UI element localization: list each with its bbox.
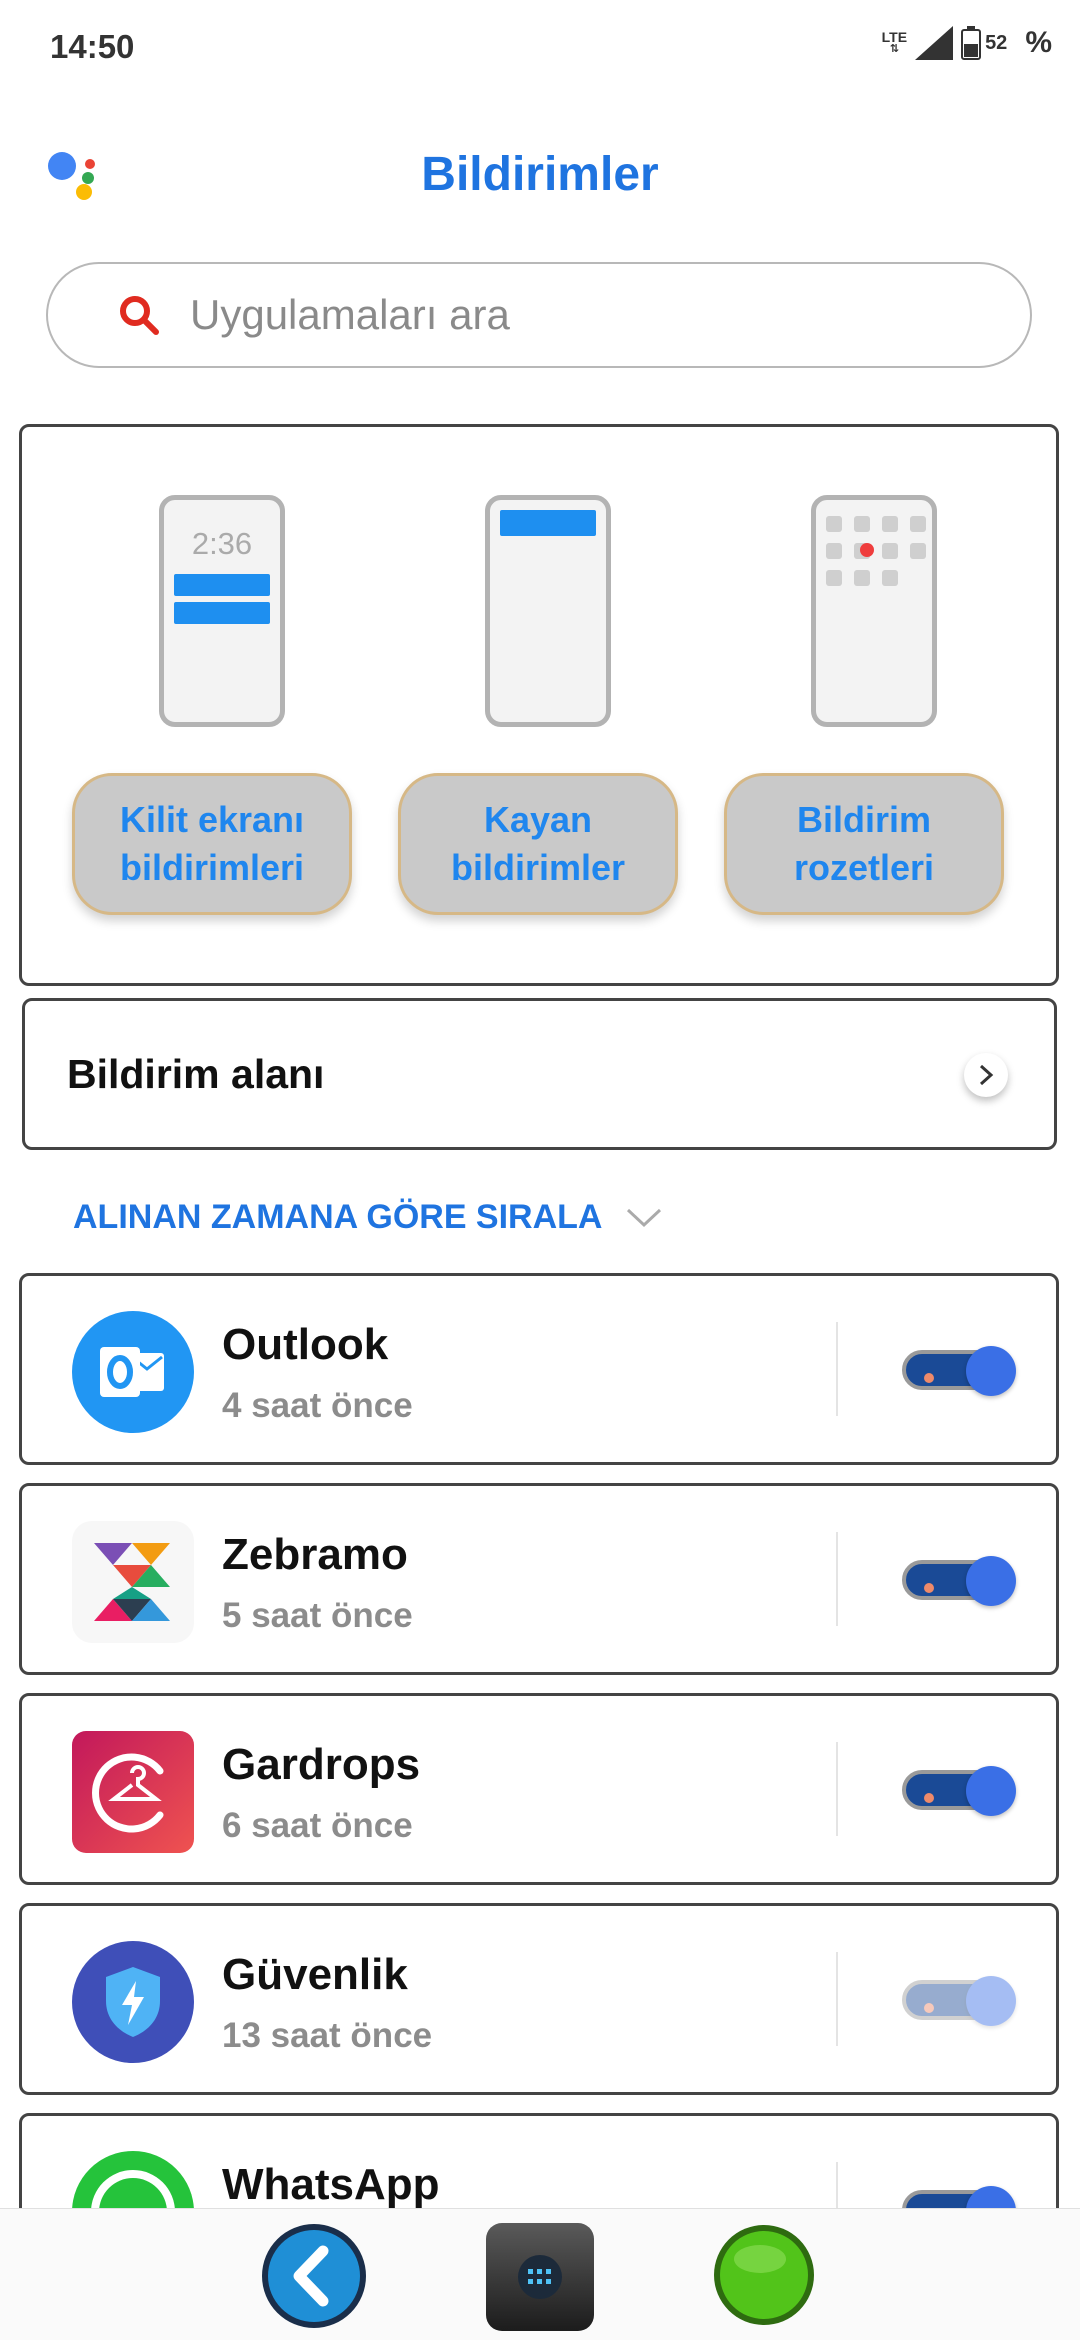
- signal-icon: [915, 26, 954, 60]
- lock-screen-preview: 2:36: [159, 495, 285, 727]
- search-bar[interactable]: [46, 262, 1032, 368]
- lock-screen-notifications-label: Kilit ekranı bildirimleri: [119, 799, 305, 888]
- badges-preview: [811, 495, 937, 727]
- notification-badges-label: Bildirim rozetleri: [793, 799, 935, 888]
- divider: [836, 1532, 838, 1626]
- notification-badges-button[interactable]: Bildirim rozetleri: [724, 773, 1004, 915]
- notification-area-label: Bildirim alanı: [67, 1050, 325, 1097]
- badge-dot-icon: [860, 543, 874, 557]
- battery-percent: 52: [985, 31, 1008, 54]
- outlook-icon: [72, 1311, 194, 1433]
- preview-notification-bar: [174, 574, 270, 596]
- notification-toggle[interactable]: [902, 1556, 1016, 1606]
- sort-selector[interactable]: ALINAN ZAMANA GÖRE SIRALA: [73, 1198, 663, 1237]
- floating-preview: [485, 495, 611, 727]
- notification-toggle[interactable]: [902, 2186, 1016, 2208]
- floating-notifications-label: Kayan bildirimler: [450, 799, 626, 888]
- app-grid-preview: [826, 516, 926, 586]
- floating-notifications-button[interactable]: Kayan bildirimler: [398, 773, 678, 915]
- app-time: 6 saat önce: [222, 1806, 413, 1845]
- sort-label: ALINAN ZAMANA GÖRE SIRALA: [73, 1198, 603, 1236]
- recents-button[interactable]: [712, 2223, 816, 2327]
- app-drawer-icon: [518, 2255, 562, 2299]
- floating-option: Kayan bildirimler: [398, 427, 698, 989]
- lte-indicator: LTE ⇅: [881, 29, 908, 55]
- app-name: Gardrops: [222, 1740, 421, 1789]
- status-time: 14:50: [50, 28, 135, 65]
- notification-toggle[interactable]: [902, 1766, 1016, 1816]
- gardrops-icon: [72, 1731, 194, 1853]
- notification-area-row[interactable]: Bildirim alanı: [22, 998, 1057, 1150]
- search-icon: [120, 296, 159, 335]
- lock-screen-option: 2:36 Kilit ekranı bildirimleri: [72, 427, 372, 989]
- chevron-right-icon: [964, 1053, 1008, 1097]
- whatsapp-icon: [72, 2151, 194, 2208]
- network-type: LTE: [881, 29, 908, 45]
- divider: [836, 1322, 838, 1416]
- navigation-bar: [0, 2208, 1080, 2340]
- badges-option: Bildirim rozetleri: [724, 427, 1024, 989]
- notification-toggle[interactable]: [902, 1346, 1016, 1396]
- divider: [836, 2162, 838, 2208]
- app-row-guvenlik[interactable]: Güvenlik 13 saat önce: [19, 1903, 1059, 2095]
- app-time: 5 saat önce: [222, 1596, 413, 1635]
- home-button[interactable]: [486, 2223, 594, 2331]
- page-title: Bildirimler: [421, 148, 659, 201]
- app-name: WhatsApp: [222, 2160, 440, 2208]
- app-row-whatsapp[interactable]: WhatsApp: [19, 2113, 1059, 2208]
- chevron-down-icon: [626, 1208, 661, 1227]
- app-name: Outlook: [222, 1320, 389, 1369]
- search-input[interactable]: [190, 291, 950, 339]
- app-time: 4 saat önce: [222, 1386, 413, 1425]
- app-time: 13 saat önce: [222, 2016, 433, 2055]
- app-name: Güvenlik: [222, 1950, 408, 1999]
- app-list: Outlook 4 saat önce Zebramo 5 saat önce: [19, 1273, 1059, 2208]
- preview-banner: [500, 510, 596, 536]
- preview-notification-bar: [174, 602, 270, 624]
- back-button[interactable]: [259, 2221, 369, 2331]
- divider: [836, 1742, 838, 1836]
- app-row-gardrops[interactable]: Gardrops 6 saat önce: [19, 1693, 1059, 1885]
- battery-icon: [961, 26, 982, 60]
- notification-types-card: 2:36 Kilit ekranı bildirimleri Kayan bil…: [19, 424, 1059, 986]
- divider: [836, 1952, 838, 2046]
- notification-toggle-disabled: [902, 1976, 1016, 2026]
- preview-time: 2:36: [191, 526, 253, 561]
- app-name: Zebramo: [222, 1530, 408, 1579]
- status-icons: LTE ⇅ 52 %: [882, 26, 1052, 60]
- app-row-outlook[interactable]: Outlook 4 saat önce: [19, 1273, 1059, 1465]
- status-bar: 14:50 LTE ⇅ 52 %: [0, 0, 1080, 100]
- battery-unit: %: [1025, 26, 1052, 59]
- lock-screen-notifications-button[interactable]: Kilit ekranı bildirimleri: [72, 773, 352, 915]
- zebramo-icon: [72, 1521, 194, 1643]
- security-shield-icon: [72, 1941, 194, 2063]
- app-row-zebramo[interactable]: Zebramo 5 saat önce: [19, 1483, 1059, 1675]
